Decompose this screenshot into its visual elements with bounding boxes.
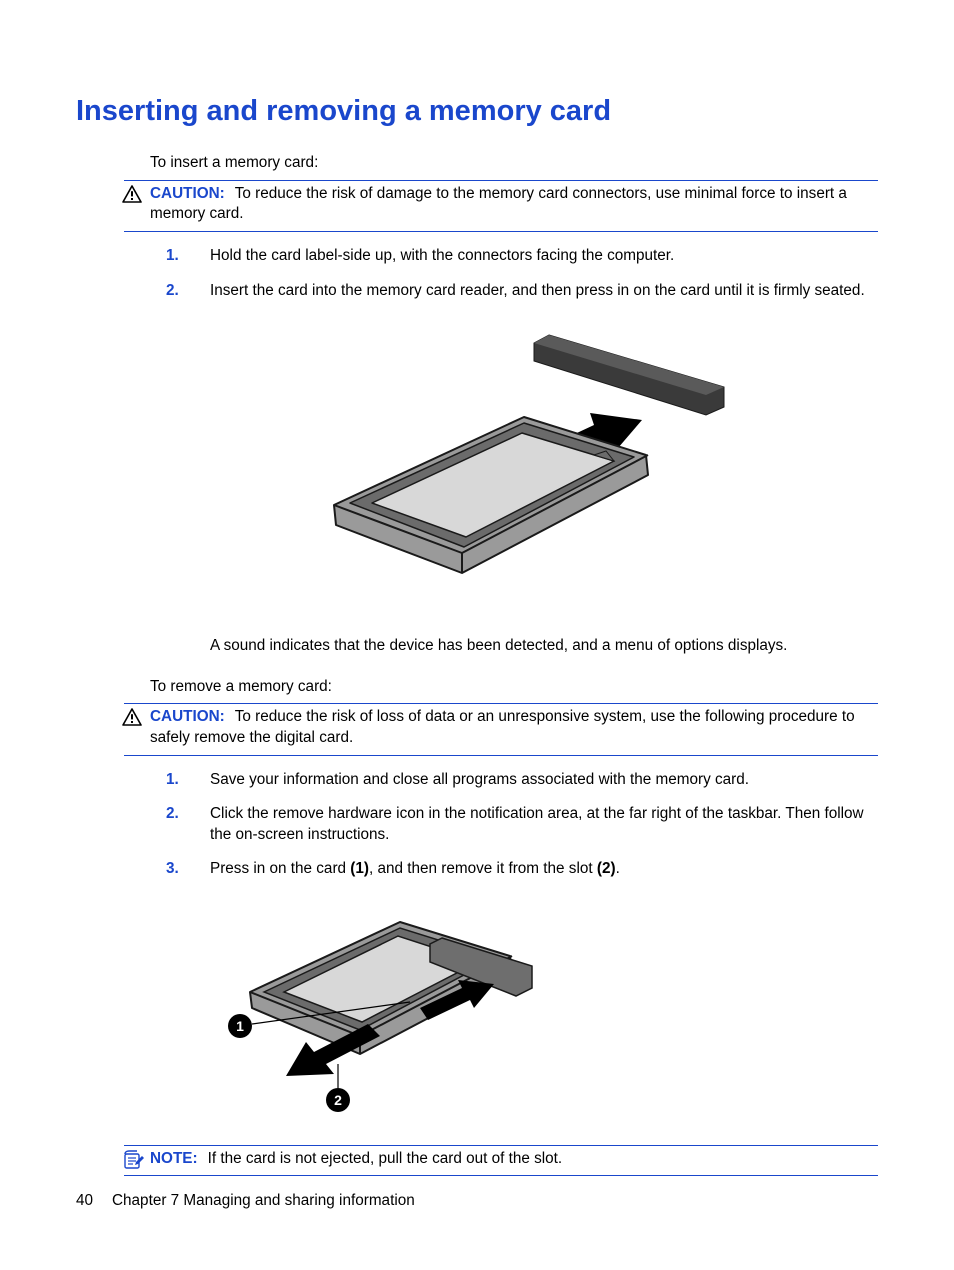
figure-insert-card <box>150 325 878 612</box>
step-number: 2. <box>166 281 210 302</box>
step-number: 1. <box>166 246 210 267</box>
caution-text: To reduce the risk of loss of data or an… <box>150 708 855 746</box>
step-text: Insert the card into the memory card rea… <box>210 281 878 302</box>
caution-insert: CAUTION:To reduce the risk of damage to … <box>124 180 878 232</box>
intro-insert: To insert a memory card: <box>150 153 878 174</box>
insert-steps: 1. Hold the card label-side up, with the… <box>166 246 878 301</box>
step-number: 1. <box>166 770 210 791</box>
step-text: Save your information and close all prog… <box>210 770 878 791</box>
caution-icon <box>122 708 142 733</box>
note-icon <box>122 1150 144 1177</box>
list-item: 3. Press in on the card (1), and then re… <box>166 859 878 880</box>
remove-steps: 1. Save your information and close all p… <box>166 770 878 881</box>
list-item: 2. Click the remove hardware icon in the… <box>166 804 878 845</box>
caution-remove: CAUTION:To reduce the risk of loss of da… <box>124 703 878 755</box>
list-item: 2. Insert the card into the memory card … <box>166 281 878 302</box>
list-item: 1. Save your information and close all p… <box>166 770 878 791</box>
svg-text:2: 2 <box>334 1092 342 1108</box>
step-number: 3. <box>166 859 210 880</box>
page-footer: 40Chapter 7 Managing and sharing informa… <box>76 1191 415 1212</box>
svg-text:1: 1 <box>236 1018 244 1034</box>
intro-remove: To remove a memory card: <box>150 677 878 698</box>
list-item: 1. Hold the card label-side up, with the… <box>166 246 878 267</box>
page-number: 40 <box>76 1191 112 1212</box>
caution-icon <box>122 185 142 210</box>
page-title: Inserting and removing a memory card <box>76 92 878 131</box>
figure-remove-card: 1 2 <box>210 904 878 1121</box>
step-number: 2. <box>166 804 210 845</box>
step-text: Click the remove hardware icon in the no… <box>210 804 878 845</box>
step-text: Press in on the card (1), and then remov… <box>210 859 878 880</box>
caution-text: To reduce the risk of damage to the memo… <box>150 185 847 223</box>
step-text: Hold the card label-side up, with the co… <box>210 246 878 267</box>
note-label: NOTE: <box>150 1150 198 1167</box>
note-text: If the card is not ejected, pull the car… <box>208 1150 563 1167</box>
caution-label: CAUTION: <box>150 708 225 725</box>
note: NOTE: If the card is not ejected, pull th… <box>124 1145 878 1177</box>
sound-line: A sound indicates that the device has be… <box>210 636 878 657</box>
chapter-label: Chapter 7 Managing and sharing informati… <box>112 1192 415 1209</box>
caution-label: CAUTION: <box>150 185 225 202</box>
